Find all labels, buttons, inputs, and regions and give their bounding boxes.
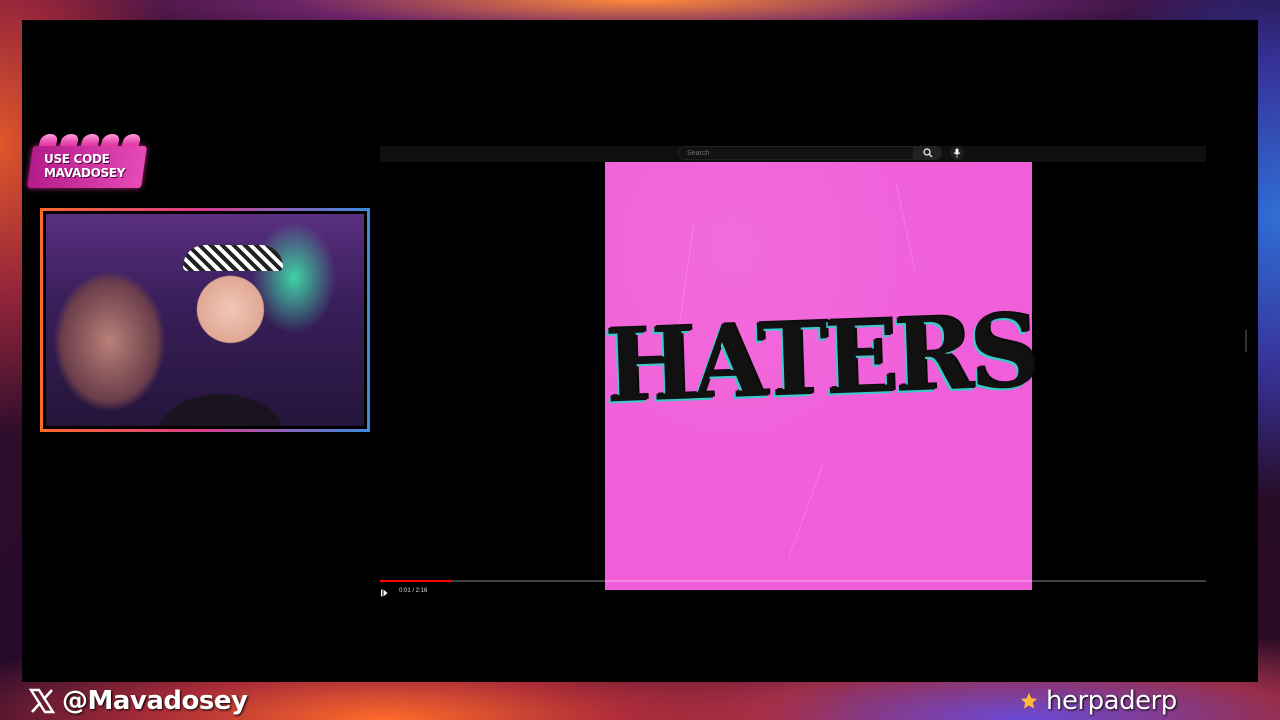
- cover-texture: [787, 464, 824, 560]
- username: herpaderp: [1046, 686, 1177, 716]
- video-player[interactable]: HATERS 0:01 / 2:16: [380, 162, 1206, 597]
- x-handle: @Mavadosey: [62, 686, 248, 716]
- search-icon: [923, 148, 933, 158]
- promo-code-badge: USE CODE MAVADOSEY: [27, 134, 147, 190]
- webcam-frame: [40, 208, 370, 432]
- youtube-top-bar: [380, 146, 1206, 162]
- promo-line2: MAVADOSEY: [44, 166, 126, 180]
- cover-texture: [895, 182, 916, 272]
- album-cover: HATERS: [603, 162, 1037, 590]
- promo-line1: USE CODE: [44, 152, 110, 166]
- search-button[interactable]: [914, 146, 942, 160]
- promo-text: USE CODE MAVADOSEY: [44, 152, 125, 180]
- time-display: 0:01 / 2:16: [399, 588, 428, 594]
- play-pause-icon[interactable]: [380, 589, 388, 597]
- x-logo-icon: [28, 688, 56, 714]
- star-icon: [1020, 692, 1038, 709]
- cover-title: HATERS: [603, 291, 1037, 426]
- social-right: herpaderp: [1020, 684, 1177, 718]
- voice-search-button[interactable]: [950, 146, 964, 160]
- youtube-window: HATERS 0:01 / 2:16: [380, 146, 1206, 597]
- search-input[interactable]: [678, 146, 914, 160]
- webcam-headband-detail: [183, 245, 283, 271]
- progress-bar-fill: [380, 580, 452, 582]
- scrollbar[interactable]: [1245, 330, 1247, 352]
- player-controls: 0:01 / 2:16: [380, 586, 1206, 600]
- progress-bar[interactable]: [380, 580, 1206, 582]
- microphone-icon: [953, 148, 961, 158]
- social-x: @Mavadosey: [28, 684, 248, 718]
